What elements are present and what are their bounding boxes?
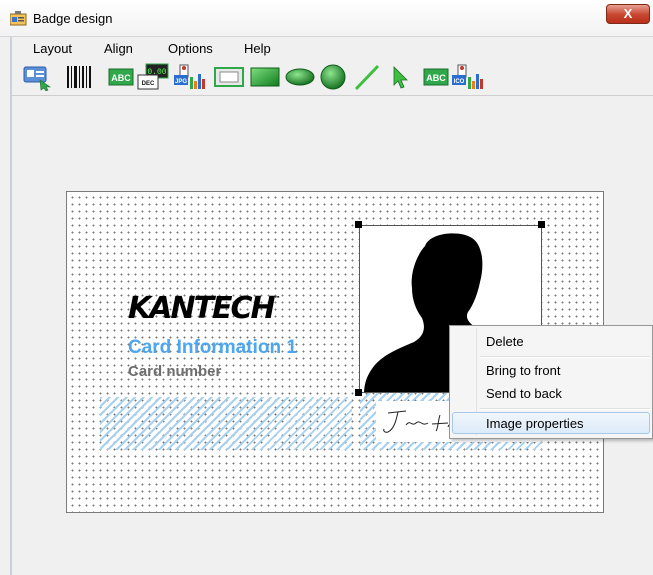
toolbar: ABC 0.00 DEC JPG ABC ICO — [12, 61, 653, 96]
text-abc-icon[interactable]: ABC — [108, 63, 134, 91]
card-arrow-icon[interactable] — [22, 63, 56, 91]
toolbar-ico-label: ICO — [454, 79, 465, 85]
menu-item-delete[interactable]: Delete — [486, 334, 524, 349]
ellipse-icon[interactable] — [284, 63, 316, 91]
hatched-field-placeholder[interactable] — [100, 397, 352, 450]
kantech-logo-text: KANTECH — [128, 291, 276, 326]
line-icon[interactable] — [352, 63, 382, 91]
toolbar-dec-label: DEC — [142, 81, 155, 87]
resize-handle-bottom-left[interactable] — [355, 389, 362, 396]
photo-jpg-icon[interactable]: JPG — [172, 63, 208, 91]
context-menu: Delete Bring to front Send to back Image… — [449, 325, 653, 439]
menu-align[interactable]: Align — [104, 41, 133, 56]
app-icon — [10, 11, 27, 26]
menu-item-image-properties[interactable]: Image properties — [486, 416, 584, 431]
context-menu-separator-2 — [480, 408, 650, 410]
rectangle-outline-icon[interactable] — [212, 63, 246, 91]
context-menu-separator — [480, 356, 650, 358]
menu-layout[interactable]: Layout — [33, 41, 72, 56]
menu-item-send-to-back[interactable]: Send to back — [486, 386, 562, 401]
badge-design-window: Badge design X Layout Align Options Help — [0, 0, 653, 575]
menu-bar: Layout Align Options Help — [12, 37, 653, 59]
resize-handle-top-right[interactable] — [538, 221, 545, 228]
menu-options[interactable]: Options — [168, 41, 213, 56]
close-button[interactable]: X — [606, 4, 650, 24]
image-ico-icon[interactable]: ICO — [450, 63, 486, 91]
pointer-arrow-icon[interactable] — [386, 63, 414, 91]
close-icon: X — [623, 6, 633, 21]
toolbar-jpg-label: JPG — [175, 79, 187, 85]
resize-handle-top-left[interactable] — [355, 221, 362, 228]
menu-help[interactable]: Help — [244, 41, 271, 56]
kantech-tm: ™ — [273, 295, 281, 303]
toolbar-abc-field-label: ABC — [426, 73, 446, 83]
card-information-field[interactable]: Card Information 1 — [128, 337, 297, 359]
rectangle-filled-icon[interactable] — [248, 63, 282, 91]
kantech-logo[interactable]: KANTECH™ — [128, 291, 281, 326]
window-title: Badge design — [33, 11, 113, 26]
menu-item-bring-to-front[interactable]: Bring to front — [486, 363, 560, 378]
title-bar[interactable]: Badge design X — [0, 0, 653, 37]
circle-icon[interactable] — [318, 63, 348, 91]
text-abc-field-icon[interactable]: ABC — [422, 63, 450, 91]
counter-dec-icon[interactable]: 0.00 DEC — [136, 63, 170, 91]
toolbar-abc-label: ABC — [111, 73, 131, 83]
barcode-icon[interactable] — [64, 63, 94, 91]
card-number-field[interactable]: Card number — [128, 363, 221, 380]
